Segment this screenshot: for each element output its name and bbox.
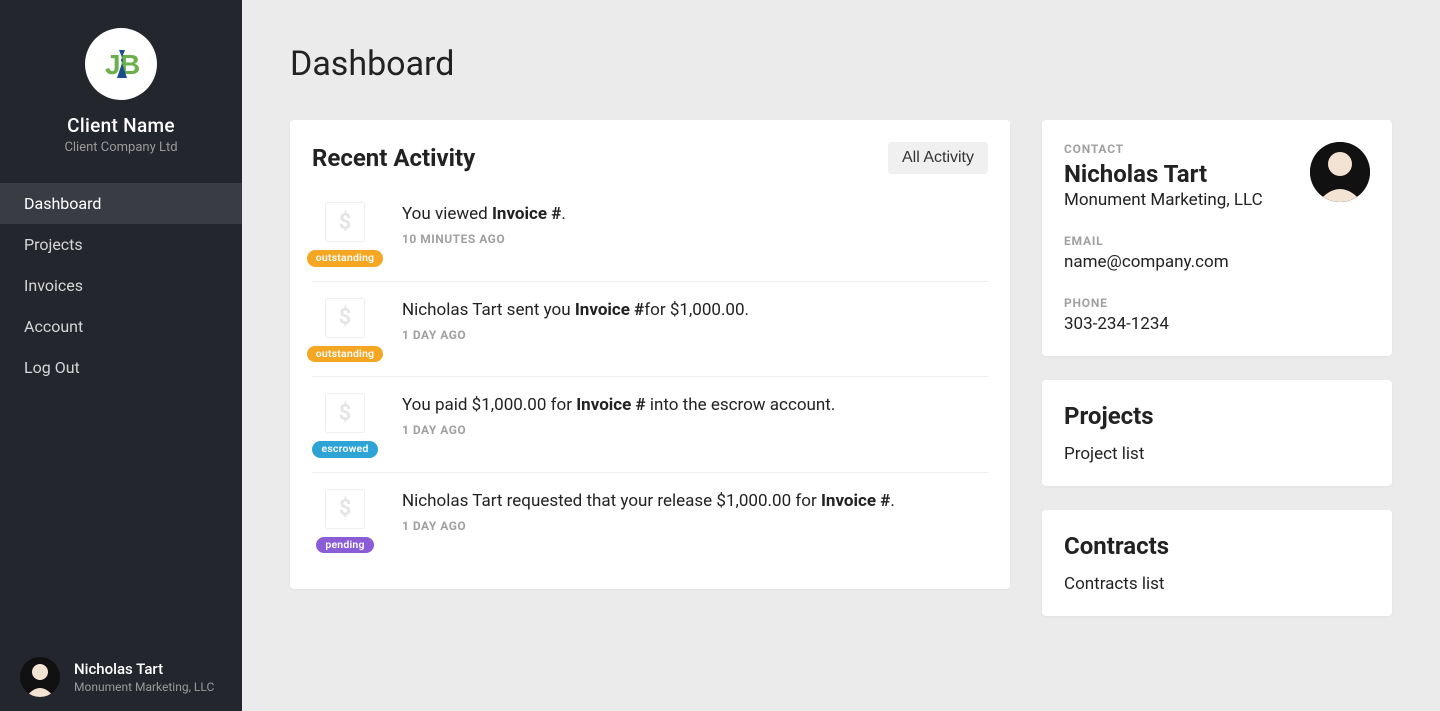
dollar-icon: $ [325, 202, 365, 242]
email-value: name@company.com [1064, 252, 1370, 272]
main-content: Dashboard Recent Activity All Activity $… [242, 0, 1440, 711]
sidebar-item-dashboard[interactable]: Dashboard [0, 183, 242, 224]
activity-header: Recent Activity All Activity [312, 142, 988, 174]
phone-label: PHONE [1064, 296, 1370, 310]
activity-time: 10 MINUTES AGO [402, 232, 988, 246]
activity-row[interactable]: $outstanding Nicholas Tart sent you Invoi… [312, 281, 988, 377]
activity-text: Nicholas Tart sent you Invoice #for $1,0… [402, 300, 988, 320]
activity-text-after: . [890, 491, 894, 511]
sidebar-header: J B Client Name Client Company Ltd [0, 0, 242, 155]
contracts-card[interactable]: Contracts Contracts list [1042, 510, 1392, 616]
status-badge: escrowed [312, 441, 377, 458]
client-company: Client Company Ltd [0, 140, 242, 155]
contracts-card-text: Contracts list [1064, 574, 1370, 594]
contracts-card-title: Contracts [1064, 532, 1370, 560]
person-icon [20, 657, 60, 697]
activity-text-bold: Invoice # [575, 300, 644, 320]
activity-row-left: $ escrowed [312, 393, 378, 458]
activity-row-body: You viewed Invoice #. 10 MINUTES AGO [402, 202, 988, 246]
contact-name: Nicholas Tart [1064, 160, 1263, 188]
contact-email-field: EMAIL name@company.com [1064, 234, 1370, 272]
activity-row-left: $outstanding [312, 298, 378, 363]
activity-text-before: You viewed [402, 204, 492, 224]
email-label: EMAIL [1064, 234, 1370, 248]
activity-text: You viewed Invoice #. [402, 204, 988, 224]
projects-card-title: Projects [1064, 402, 1370, 430]
contact-head: CONTACT Nicholas Tart Monument Marketing… [1064, 142, 1370, 210]
contact-phone-field: PHONE 303-234-1234 [1064, 296, 1370, 334]
activity-text-after: for $1,000.00. [644, 300, 749, 320]
activity-row-body: Nicholas Tart sent you Invoice #for $1,0… [402, 298, 988, 342]
column-left: Recent Activity All Activity $outstandin… [290, 120, 1010, 613]
projects-card[interactable]: Projects Project list [1042, 380, 1392, 486]
avatar [20, 657, 60, 697]
contact-section-label: CONTACT [1064, 142, 1263, 156]
activity-time: 1 DAY AGO [402, 519, 988, 533]
activity-text-after: . [561, 204, 565, 224]
activity-row-body: You paid $1,000.00 for Invoice # into th… [402, 393, 988, 437]
contact-head-text: CONTACT Nicholas Tart Monument Marketing… [1064, 142, 1263, 210]
column-right: CONTACT Nicholas Tart Monument Marketing… [1042, 120, 1392, 640]
dollar-icon: $ [325, 393, 365, 433]
status-badge: outstanding [307, 346, 383, 363]
status-badge: pending [316, 537, 373, 554]
all-activity-button[interactable]: All Activity [888, 142, 988, 174]
page-title: Dashboard [290, 44, 1392, 84]
activity-row[interactable]: $outstanding You viewed Invoice #. 10 MINU… [312, 186, 988, 281]
activity-text-bold: Invoice # [492, 204, 561, 224]
activity-row-body: Nicholas Tart requested that your releas… [402, 489, 988, 533]
recent-activity-card: Recent Activity All Activity $outstandin… [290, 120, 1010, 589]
activity-text: You paid $1,000.00 for Invoice # into th… [402, 395, 988, 415]
sidebar-item-account[interactable]: Account [0, 306, 242, 347]
jb-logo: J B [85, 28, 157, 100]
sidebar-item-log-out[interactable]: Log Out [0, 347, 242, 388]
activity-time: 1 DAY AGO [402, 328, 988, 342]
activity-text-bold: Invoice # [821, 491, 890, 511]
contact-avatar [1310, 142, 1370, 202]
footer-user-name: Nicholas Tart [74, 660, 214, 678]
activity-row-left: $outstanding [312, 202, 378, 267]
contact-company: Monument Marketing, LLC [1064, 190, 1263, 210]
dollar-icon: $ [325, 298, 365, 338]
activity-text-before: You paid $1,000.00 for [402, 395, 576, 415]
footer-user-company: Monument Marketing, LLC [74, 680, 214, 694]
activity-row[interactable]: $ pending Nicholas Tart requested that you… [312, 472, 988, 568]
jb-logo-icon: J B [97, 40, 145, 88]
activity-time: 1 DAY AGO [402, 423, 988, 437]
sidebar-item-projects[interactable]: Projects [0, 224, 242, 265]
activity-text-before: Nicholas Tart sent you [402, 300, 575, 320]
dollar-icon: $ [325, 489, 365, 529]
sidebar: J B Client Name Client Company Ltd Dashb… [0, 0, 242, 711]
activity-text-after: into the escrow account. [646, 395, 836, 415]
activity-text-before: Nicholas Tart requested that your releas… [402, 491, 821, 511]
sidebar-item-invoices[interactable]: Invoices [0, 265, 242, 306]
sidebar-footer[interactable]: Nicholas Tart Monument Marketing, LLC [0, 643, 242, 711]
columns: Recent Activity All Activity $outstandin… [290, 120, 1392, 640]
activity-text: Nicholas Tart requested that your releas… [402, 491, 988, 511]
phone-value: 303-234-1234 [1064, 314, 1370, 334]
app-root: J B Client Name Client Company Ltd Dashb… [0, 0, 1440, 711]
activity-row-left: $ pending [312, 489, 378, 554]
activity-row[interactable]: $ escrowed You paid $1,000.00 for Invoice … [312, 376, 988, 472]
activity-title: Recent Activity [312, 144, 475, 172]
client-name: Client Name [0, 114, 242, 137]
activity-text-bold: Invoice # [576, 395, 645, 415]
activity-list: $outstanding You viewed Invoice #. 10 MINU… [312, 186, 988, 567]
projects-card-text: Project list [1064, 444, 1370, 464]
sidebar-nav: DashboardProjectsInvoicesAccountLog Out [0, 183, 242, 388]
sidebar-footer-text: Nicholas Tart Monument Marketing, LLC [74, 660, 214, 694]
status-badge: outstanding [307, 250, 383, 267]
person-icon [1310, 142, 1370, 202]
contact-card: CONTACT Nicholas Tart Monument Marketing… [1042, 120, 1392, 356]
